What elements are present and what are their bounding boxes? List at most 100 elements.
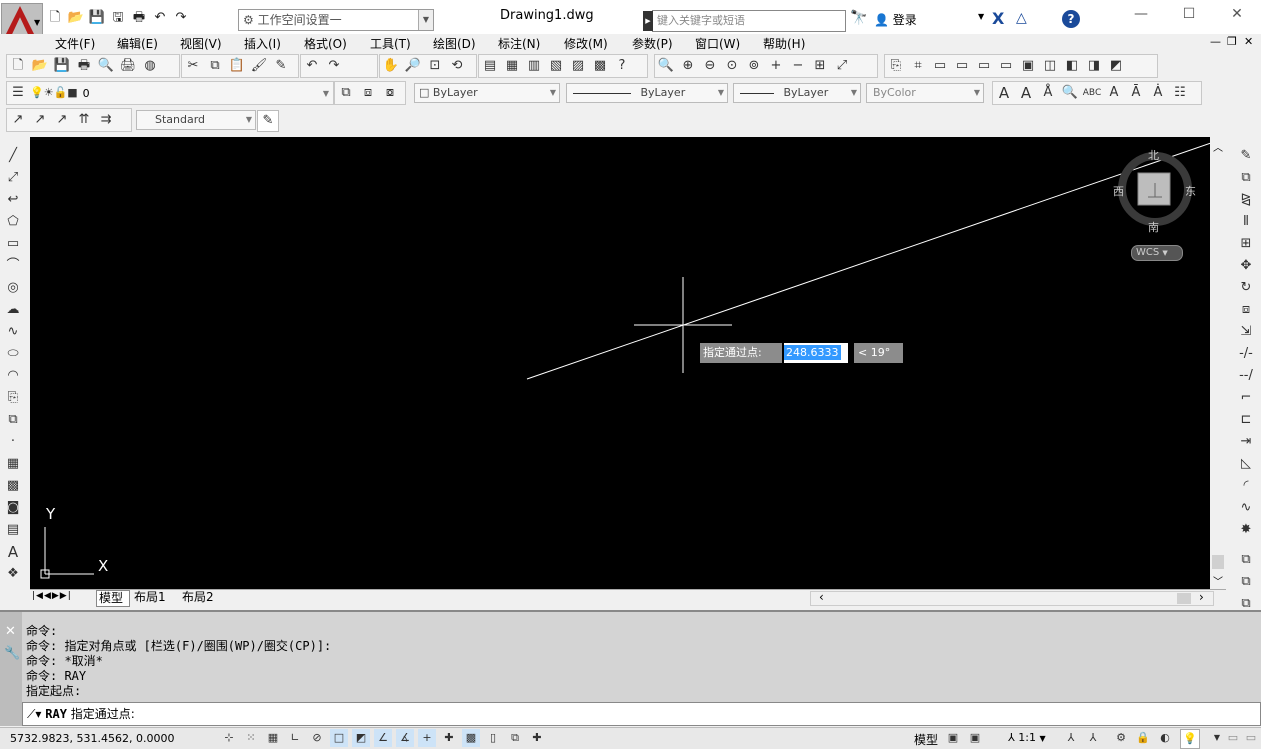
login-button[interactable]: 👤 登录 (874, 11, 917, 28)
clean-screen-icon[interactable]: ▭ (1242, 729, 1260, 747)
tab-nav-arrows-icon[interactable]: |◀◀▶▶| (32, 591, 72, 601)
help-icon[interactable]: ? (1062, 10, 1080, 28)
close-icon[interactable]: ✕ (5, 624, 16, 639)
design-center-icon[interactable]: ▦ (502, 56, 522, 76)
convert-text-icon[interactable]: ☷ (1170, 83, 1190, 103)
menu-view[interactable]: 视图(V) (180, 35, 222, 52)
save-as-icon[interactable]: 🖫 (109, 9, 127, 27)
zoom-window-icon[interactable]: 🔍 (656, 56, 676, 76)
scroll-thumb[interactable] (1212, 555, 1224, 569)
wcs-menu[interactable]: WCS ▼ (1131, 245, 1183, 261)
xref-manager-icon[interactable]: ◨ (1084, 56, 1104, 76)
autodesk-app-icon[interactable]: △ (1016, 10, 1027, 26)
paste-icon[interactable]: 📋 (227, 56, 247, 76)
collect-leaders-icon[interactable]: ⇉ (96, 110, 116, 130)
zoom-out-icon[interactable]: − (788, 56, 808, 76)
quick-properties-icon[interactable]: ▯ (484, 729, 502, 747)
blend-curves-icon[interactable]: ∿ (1236, 498, 1256, 518)
quick-view-drawings-icon[interactable]: ▣ (966, 729, 984, 747)
undo-icon[interactable]: ↶ (302, 56, 322, 76)
snap-mode-icon[interactable]: ⁙ (242, 729, 260, 747)
remove-leader-icon[interactable]: ↗ (52, 110, 72, 130)
menu-tools[interactable]: 工具(T) (370, 35, 411, 52)
viewcube-west[interactable]: 西 (1113, 183, 1124, 199)
doc-close-button[interactable]: ✕ (1244, 35, 1253, 48)
print-icon[interactable]: 🖶 (130, 9, 148, 27)
ellipse-arc-icon[interactable]: ◠ (3, 366, 23, 386)
save-icon[interactable]: 💾 (52, 56, 72, 76)
menu-insert[interactable]: 插入(I) (244, 35, 281, 52)
search-input[interactable]: ▶ 键入关键字或短语 (643, 10, 846, 32)
doc-minimize-button[interactable]: — (1210, 35, 1221, 48)
tab-layout1[interactable]: 布局1 (134, 590, 166, 605)
attach-dgn-icon[interactable]: ▭ (974, 56, 994, 76)
sheet-set-icon[interactable]: ▧ (546, 56, 566, 76)
match-properties-icon[interactable]: 🖌 (249, 56, 269, 76)
block-editor-icon[interactable]: ✎ (271, 56, 291, 76)
command-window-grip[interactable]: ✕ 🔧 (0, 612, 22, 726)
coordinates-readout[interactable]: 5732.9823, 531.4562, 0.0000 (10, 732, 174, 745)
quick-view-layouts-icon[interactable]: ▣ (944, 729, 962, 747)
ole-object-icon[interactable]: ◫ (1040, 56, 1060, 76)
rectangle-icon[interactable]: ▭ (3, 234, 23, 254)
scale-icon[interactable]: ⧈ (1236, 300, 1256, 320)
isolate-objects-icon[interactable]: 💡 (1180, 729, 1200, 749)
copy-icon[interactable]: ⧉ (205, 56, 225, 76)
chamfer-icon[interactable]: ◺ (1236, 454, 1256, 474)
help-icon[interactable]: ? (612, 56, 632, 76)
dynamic-distance-input[interactable]: 248.6333 (784, 343, 848, 363)
stretch-icon[interactable]: ⇲ (1236, 322, 1256, 342)
scroll-up-icon[interactable]: ︿ (1213, 139, 1223, 154)
mirror-icon[interactable]: ⧎ (1236, 190, 1256, 210)
properties-icon[interactable]: ▤ (480, 56, 500, 76)
workspace-switching-icon[interactable]: ⚙ (1112, 729, 1130, 747)
chevron-down-icon[interactable]: ▼ (323, 89, 329, 98)
linetype-dropdown[interactable]: ByLayer ▼ (566, 83, 728, 103)
3d-object-snap-icon[interactable]: ◩ (352, 729, 370, 747)
viewcube[interactable] (1118, 152, 1192, 226)
ellipse-icon[interactable]: ⬭ (3, 344, 23, 364)
spelling-icon[interactable]: ABC (1082, 83, 1102, 103)
fillet-icon[interactable]: ◜ (1236, 476, 1256, 496)
menu-file[interactable]: 文件(F) (55, 35, 95, 52)
attach-xref-icon[interactable]: ⌗ (908, 56, 928, 76)
attach-dwf-icon[interactable]: ▭ (952, 56, 972, 76)
calculator-icon[interactable]: ▩ (590, 56, 610, 76)
arc-icon[interactable]: ⌒ (3, 256, 23, 276)
current-layer[interactable]: 0 (83, 87, 90, 100)
find-text-icon[interactable]: 🔍 (1060, 83, 1080, 103)
construction-line-icon[interactable]: ⤢ (3, 168, 23, 188)
ortho-mode-icon[interactable]: ∟ (286, 729, 304, 747)
insert-block-icon[interactable]: ⎘ (3, 388, 23, 408)
plotstyle-dropdown[interactable]: ByColor ▼ (866, 83, 984, 103)
infer-constraints-icon[interactable]: ⊹ (220, 729, 238, 747)
revision-cloud-icon[interactable]: ☁ (3, 300, 23, 320)
dimstyle-dropdown[interactable]: Standard ▼ (136, 110, 256, 130)
auto-scale-icon[interactable]: ⅄ (1084, 729, 1102, 747)
new-file-icon[interactable]: 🗋 (46, 9, 64, 27)
draw-order-front-icon[interactable]: ⧉ (1236, 572, 1256, 592)
rotate-icon[interactable]: ↻ (1236, 278, 1256, 298)
move-icon[interactable]: ✥ (1236, 256, 1256, 276)
scroll-left-icon[interactable]: ‹ (819, 590, 824, 604)
color-dropdown[interactable]: □ ByLayer ▼ (414, 83, 560, 103)
polar-tracking-icon[interactable]: ⊘ (308, 729, 326, 747)
new-icon[interactable]: 🗋 (8, 56, 28, 76)
add-selected-icon[interactable]: ❖ (3, 564, 23, 584)
lineweight-dropdown[interactable]: ByLayer ▼ (733, 83, 861, 103)
minimize-button[interactable]: — (1124, 6, 1158, 26)
menu-draw[interactable]: 绘图(D) (433, 35, 476, 52)
scroll-down-icon[interactable]: ﹀ (1213, 573, 1223, 588)
tab-model[interactable]: 模型 (96, 590, 130, 607)
lock-icon[interactable]: 🔒 (1134, 729, 1152, 747)
dynamic-ucs-icon[interactable]: ∡ (396, 729, 414, 747)
point-icon[interactable]: · (3, 432, 23, 452)
zoom-all-icon[interactable]: ⊞ (810, 56, 830, 76)
publish-icon[interactable]: 🖨 (118, 56, 138, 76)
insert-block-icon[interactable]: ⎘ (886, 56, 906, 76)
align-leaders-icon[interactable]: ⇈ (74, 110, 94, 130)
undo-icon[interactable]: ↶ (151, 9, 169, 27)
command-input[interactable]: ⟋▾ RAY 指定通过点: (22, 702, 1261, 726)
model-space-button[interactable]: 模型 (914, 731, 938, 748)
circle-icon[interactable]: ◎ (3, 278, 23, 298)
